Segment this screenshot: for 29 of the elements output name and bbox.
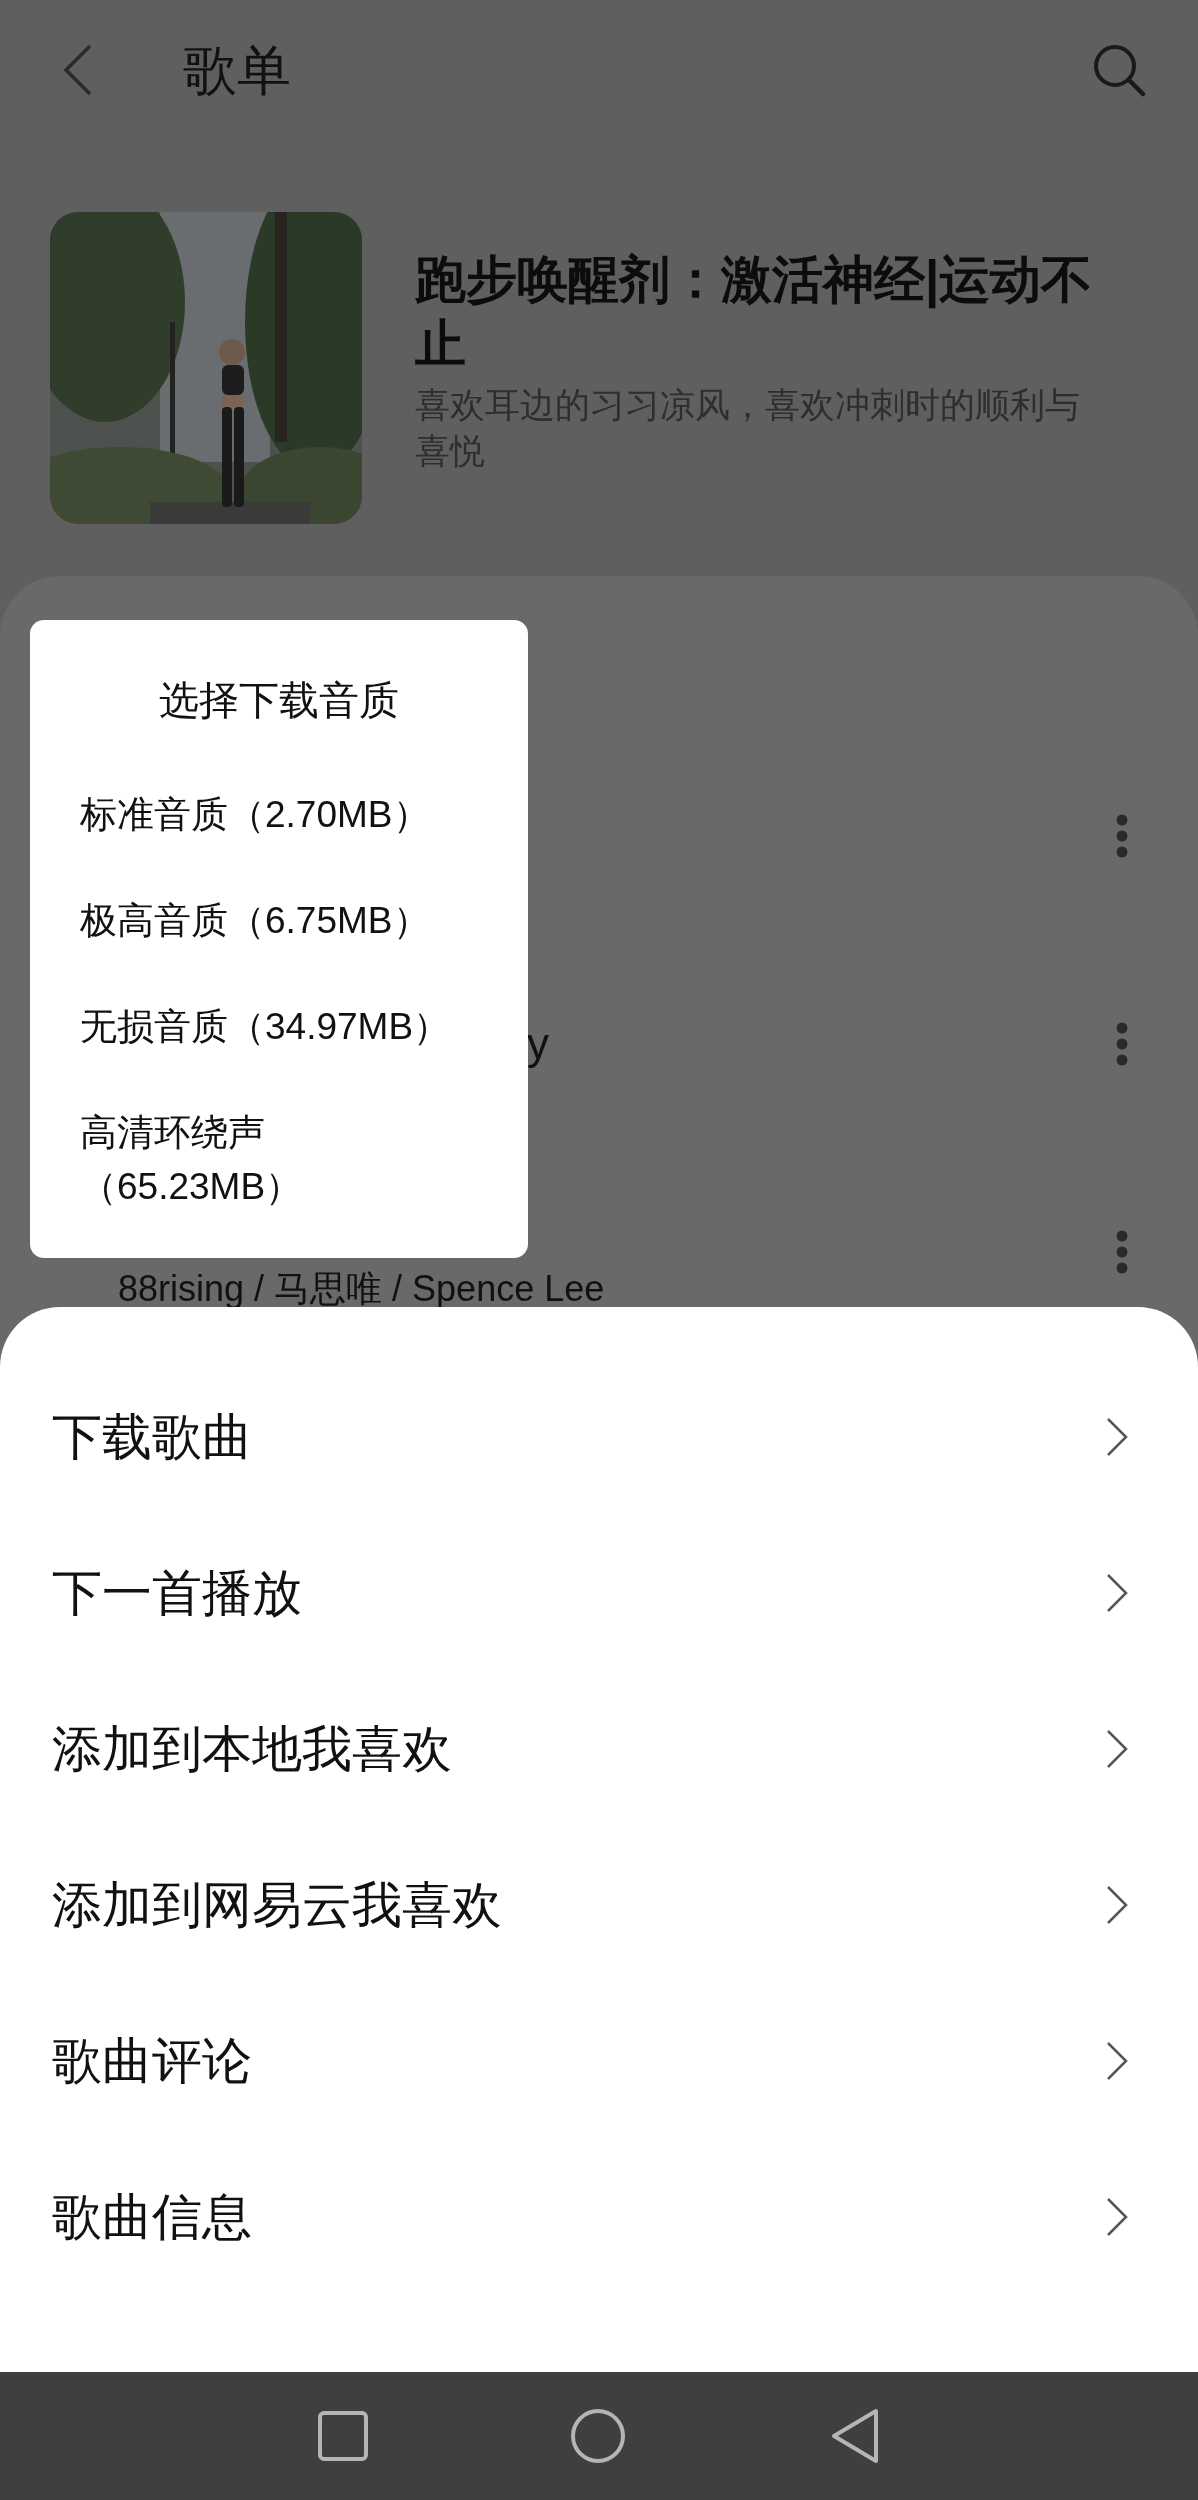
page-title: 歌单 [183, 43, 291, 97]
home-icon[interactable] [570, 2408, 626, 2464]
chevron-right-icon [1106, 1417, 1128, 1457]
back-icon[interactable] [62, 44, 94, 96]
quality-option[interactable]: 极高音质（6.75MB） [80, 868, 478, 974]
song-artist: 88rising / 马思唯 / Spence Lee [118, 1268, 605, 1309]
dialog-title: 选择下载音质 [158, 677, 400, 724]
song-title: y [527, 1019, 549, 1068]
menu-item[interactable]: 歌曲信息 [0, 2139, 1198, 2295]
quality-option[interactable]: 标准音质（2.70MB） [80, 762, 478, 868]
menu-item[interactable]: 下一首播放 [0, 1515, 1198, 1671]
chevron-right-icon [1106, 1885, 1128, 1925]
chevron-right-icon [1106, 1573, 1128, 1613]
menu-item[interactable]: 添加到网易云我喜欢 [0, 1827, 1198, 1983]
more-icon[interactable] [1116, 1022, 1128, 1066]
menu-item[interactable]: 下载歌曲 [0, 1359, 1198, 1515]
chevron-right-icon [1106, 2041, 1128, 2081]
quality-option[interactable]: 高清环绕声（65.23MB） [80, 1080, 478, 1240]
chevron-right-icon [1106, 1729, 1128, 1769]
menu-item[interactable]: 歌曲评论 [0, 1983, 1198, 2139]
quality-option[interactable]: 无损音质（34.97MB） [80, 974, 478, 1080]
back-icon[interactable] [830, 2408, 880, 2464]
chevron-right-icon [1106, 2197, 1128, 2237]
playlist-title: 跑步唤醒剂：激活神经|运动不止 [415, 250, 1094, 374]
menu-item[interactable]: 添加到本地我喜欢 [0, 1671, 1198, 1827]
recents-icon[interactable] [318, 2411, 368, 2461]
search-icon[interactable] [1092, 43, 1146, 97]
more-icon[interactable] [1116, 1230, 1128, 1274]
more-icon[interactable] [1116, 814, 1128, 858]
